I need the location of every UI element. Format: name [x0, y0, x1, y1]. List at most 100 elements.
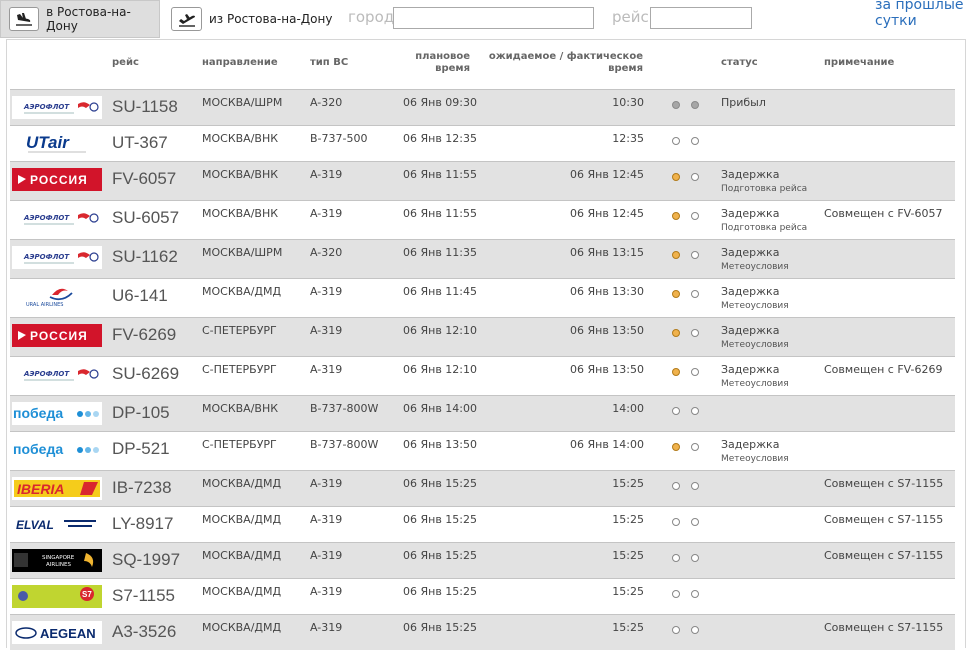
scheduled-time: 06 Янв 12:35 [403, 132, 478, 145]
note-text: Совмещен с S7-1155 [824, 513, 944, 526]
expected-time: 06 Янв 12:45 [569, 168, 644, 181]
scheduled-time: 06 Янв 15:25 [403, 513, 478, 526]
note-text: Совмещен с FV-6269 [824, 363, 943, 376]
expected-time: 15:25 [612, 585, 644, 598]
status-indicator-1 [672, 482, 680, 490]
scheduled-time: 06 Янв 11:55 [403, 168, 478, 181]
status-indicator-1 [672, 290, 680, 298]
table-row[interactable]: АЭРОФЛОТ SU-6057 МОСКВА/ВНК A-319 06 Янв 11:… [10, 200, 955, 239]
airline-logo: ELVAL [12, 513, 102, 536]
expected-time: 06 Янв 13:30 [569, 285, 644, 298]
table-row[interactable]: SINGAPORE AIRLINES SQ-1997 МОСКВА/ДМД A-319 0… [10, 542, 955, 578]
status-indicator-1 [672, 212, 680, 220]
direction: МОСКВА/ВНК [202, 207, 279, 220]
direction: МОСКВА/ДМД [202, 621, 282, 634]
table-row[interactable]: РОССИЯ FV-6057 МОСКВА/ВНК A-319 06 Янв 11:55… [10, 161, 955, 200]
direction: МОСКВА/ДМД [202, 513, 282, 526]
status-indicator-2 [691, 137, 699, 145]
col-header-direction: направление [202, 57, 278, 68]
svg-text:победа: победа [13, 405, 63, 421]
table-row[interactable]: АЭРОФЛОТ SU-6269 С-ПЕТЕРБУРГ A-319 06 Янв 12… [10, 356, 955, 395]
table-row[interactable]: AEGEAN A3-3526 МОСКВА/ДМД A-319 06 Янв 15:25… [10, 614, 955, 650]
status-indicator-2 [691, 101, 699, 109]
expected-time: 06 Янв 14:00 [569, 438, 644, 451]
flight-filter-input[interactable] [650, 7, 752, 29]
tab-arrivals-label: в Ростова-на-Дону [46, 5, 131, 33]
svg-text:АЭРОФЛОТ: АЭРОФЛОТ [23, 253, 70, 261]
status-detail: Метеоусловия [721, 454, 789, 464]
airline-logo: АЭРОФЛОТ [12, 246, 102, 269]
status-text: Задержка [721, 246, 780, 259]
flight-number: U6-141 [112, 286, 168, 305]
col-header-scheduled: плановое время [397, 51, 470, 75]
status-indicator-2 [691, 590, 699, 598]
scheduled-time: 06 Янв 15:25 [403, 549, 478, 562]
city-filter-input[interactable] [393, 7, 594, 29]
status-indicator-2 [691, 368, 699, 376]
svg-text:S7: S7 [82, 590, 92, 599]
tab-departures[interactable]: из Ростова-на-Дону [168, 0, 338, 38]
table-row[interactable]: URAL AIRLINES U6-141 МОСКВА/ДМД A-319 06 Янв… [10, 278, 955, 317]
expected-time: 15:25 [612, 549, 644, 562]
table-row[interactable]: АЭРОФЛОТ SU-1162 МОСКВА/ШРМ A-320 06 Янв 11:… [10, 239, 955, 278]
expected-time: 06 Янв 13:50 [569, 324, 644, 337]
table-row[interactable]: ELVAL LY-8917 МОСКВА/ДМД A-319 06 Янв 15:25 1… [10, 506, 955, 542]
aircraft-type: A-319 [310, 585, 343, 598]
flight-number: UT-367 [112, 133, 168, 152]
table-row[interactable]: победа DP-521 С-ПЕТЕРБУРГ B-737-800W 06 Янв … [10, 431, 955, 470]
table-row[interactable]: S7 S7-1155 МОСКВА/ДМД A-319 06 Янв 15:25 15:2… [10, 578, 955, 614]
scheduled-time: 06 Янв 12:10 [403, 324, 478, 337]
airline-logo: S7 [12, 585, 102, 608]
note-text: Совмещен с FV-6057 [824, 207, 943, 220]
table-row[interactable]: IBERIA IB-7238 МОСКВА/ДМД A-319 06 Янв 15:25… [10, 470, 955, 506]
col-header-scheduled-line1: плановое [415, 51, 470, 62]
col-header-status: статус [721, 57, 758, 68]
svg-text:IBERIA: IBERIA [17, 481, 64, 497]
table-row[interactable]: РОССИЯ FV-6269 С-ПЕТЕРБУРГ A-319 06 Янв 12:1… [10, 317, 955, 356]
svg-text:РОССИЯ: РОССИЯ [30, 173, 88, 187]
status-indicator-2 [691, 173, 699, 181]
tab-departures-label: из Ростова-на-Дону [209, 12, 333, 26]
expected-time: 06 Янв 13:15 [569, 246, 644, 259]
direction: С-ПЕТЕРБУРГ [202, 363, 277, 376]
plane-departure-icon [171, 7, 202, 31]
status-indicator-1 [672, 590, 680, 598]
expected-time: 10:30 [612, 96, 644, 109]
scheduled-time: 06 Янв 11:45 [403, 285, 478, 298]
airline-logo: SINGAPORE AIRLINES [12, 549, 102, 572]
expected-time: 15:25 [612, 513, 644, 526]
flight-number: FV-6269 [112, 325, 177, 344]
tab-arrivals[interactable]: в Ростова-на-Дону [0, 0, 160, 38]
scheduled-time: 06 Янв 11:55 [403, 207, 478, 220]
scheduled-time: 06 Янв 14:00 [403, 402, 478, 415]
flight-number: SU-1162 [112, 247, 178, 266]
table-row[interactable]: UTair UT-367 МОСКВА/ВНК B-737-500 06 Янв 12:… [10, 125, 955, 161]
previous-day-link[interactable]: за прошлые сутки [875, 0, 965, 29]
status-detail: Метеоусловия [721, 301, 789, 311]
status-indicator-1 [672, 137, 680, 145]
expected-time: 14:00 [612, 402, 644, 415]
city-filter-label: город [348, 8, 395, 26]
direction: МОСКВА/ВНК [202, 168, 279, 181]
status-text: Задержка [721, 207, 780, 220]
aircraft-type: A-319 [310, 477, 343, 490]
table-row[interactable]: АЭРОФЛОТ SU-1158 МОСКВА/ШРМ A-320 06 Янв 09:… [10, 89, 955, 125]
scheduled-time: 06 Янв 13:50 [403, 438, 478, 451]
status-indicator-2 [691, 482, 699, 490]
status-indicator-2 [691, 407, 699, 415]
flight-number: S7-1155 [112, 586, 176, 605]
svg-text:АЭРОФЛОТ: АЭРОФЛОТ [23, 370, 70, 378]
direction: МОСКВА/ДМД [202, 585, 282, 598]
flight-board: рейс направление тип ВС плановое время о… [6, 39, 966, 650]
flight-number: SU-6057 [112, 208, 180, 227]
aircraft-type: B-737-800W [310, 402, 379, 415]
airline-logo: РОССИЯ [12, 324, 102, 347]
direction: МОСКВА/ШРМ [202, 96, 283, 109]
table-row[interactable]: победа DP-105 МОСКВА/ВНК B-737-800W 06 Янв 1… [10, 395, 955, 431]
expected-time: 06 Янв 13:50 [569, 363, 644, 376]
scheduled-time: 06 Янв 12:10 [403, 363, 478, 376]
aircraft-type: A-319 [310, 621, 343, 634]
aircraft-type: A-319 [310, 549, 343, 562]
status-indicator-1 [672, 626, 680, 634]
expected-time: 12:35 [612, 132, 644, 145]
